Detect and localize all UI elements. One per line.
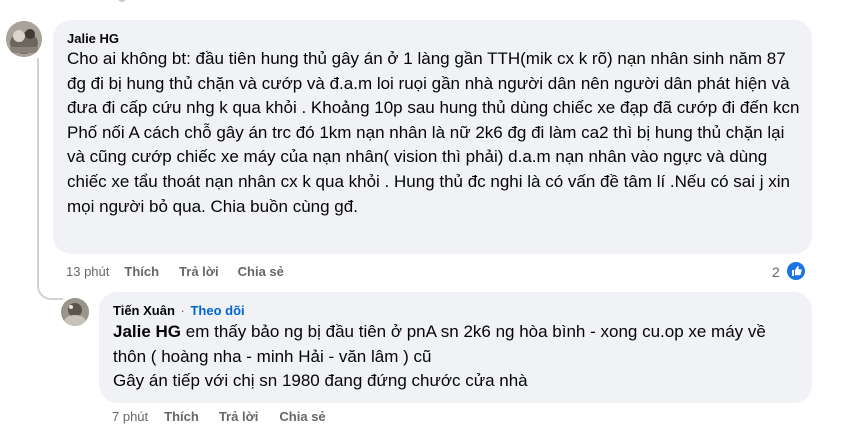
reply-header: Tiến Xuân · Theo dõi: [113, 303, 245, 318]
reply-author[interactable]: Tiến Xuân: [113, 303, 175, 318]
previous-thread-indicator: [118, 0, 126, 2]
avatar[interactable]: [6, 21, 42, 57]
mention-tag[interactable]: Jalie HG: [113, 322, 181, 341]
follow-button[interactable]: Theo dõi: [190, 303, 244, 318]
thumbs-up-icon[interactable]: [787, 262, 805, 280]
comment-timestamp[interactable]: 13 phút: [66, 264, 109, 279]
reply-actions: 7 phút Thích Trả lời Chia sẻ: [112, 409, 326, 424]
reply-bubble: Tiến Xuân · Theo dõi Jalie HG em thấy bả…: [99, 292, 812, 403]
comment-author[interactable]: Jalie HG: [67, 31, 119, 46]
thread-connector-line: [37, 58, 39, 288]
reply-text-line2: Gây án tiếp với chị sn 1980 đang đứng ch…: [113, 371, 528, 391]
reply-button[interactable]: Trả lời: [179, 264, 219, 279]
avatar[interactable]: [61, 298, 89, 326]
like-button[interactable]: Thích: [124, 264, 159, 279]
thread-connector-curve: [37, 272, 63, 300]
share-button[interactable]: Chia sẻ: [279, 409, 325, 424]
separator-dot: ·: [180, 303, 185, 318]
reply-timestamp[interactable]: 7 phút: [112, 409, 148, 424]
share-button[interactable]: Chia sẻ: [238, 264, 284, 279]
like-button[interactable]: Thích: [164, 409, 199, 424]
comment-actions: 13 phút Thích Trả lời Chia sẻ: [66, 264, 284, 279]
reaction-count[interactable]: 2: [772, 264, 780, 280]
reply-text: Jalie HG em thấy bảo ng bị đầu tiên ở pn…: [113, 320, 803, 394]
comment-text: Cho ai không bt: đầu tiên hung thủ gây á…: [67, 49, 800, 216]
comment-bubble: Jalie HG Cho ai không bt: đầu tiên hung …: [53, 20, 812, 254]
reply-text-line1: em thấy bảo ng bị đầu tiên ở pnA sn 2k6 …: [113, 322, 766, 366]
reply-button[interactable]: Trả lời: [219, 409, 259, 424]
